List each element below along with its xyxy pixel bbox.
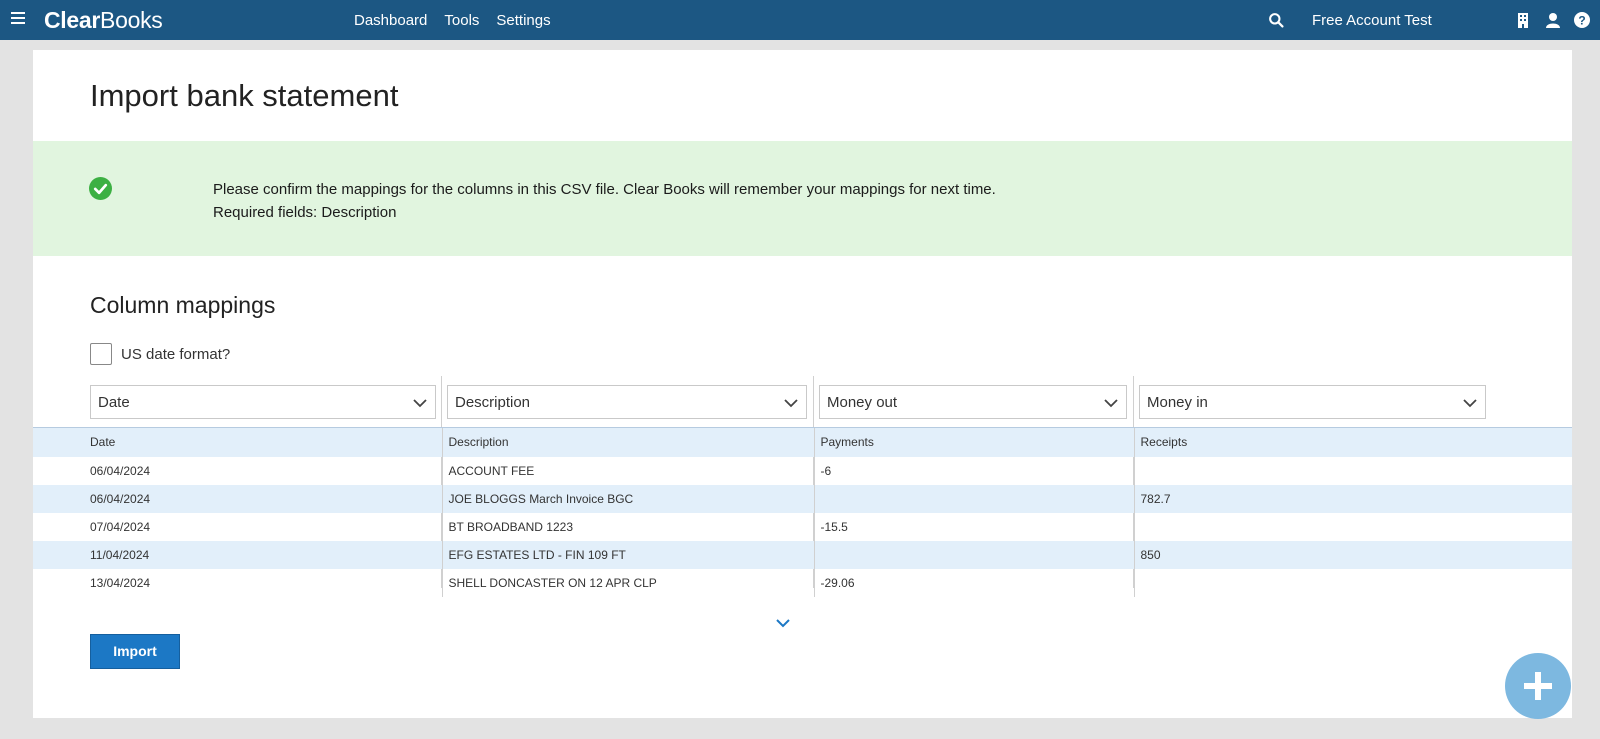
column-header: Receipts	[1133, 427, 1572, 457]
page-title: Import bank statement	[90, 78, 399, 113]
nav-dashboard[interactable]: Dashboard	[354, 12, 427, 29]
alert-line-1: Please confirm the mappings for the colu…	[213, 181, 996, 198]
svg-text:?: ?	[1578, 14, 1585, 28]
building-icon[interactable]	[1514, 11, 1532, 29]
cell-receipts	[1133, 456, 1572, 485]
cell-payments: -15.5	[813, 512, 1134, 541]
select-value: Date	[98, 394, 130, 411]
table-row: 13/04/2024 SHELL DONCASTER ON 12 APR CLP…	[33, 568, 1572, 597]
user-icon[interactable]	[1544, 11, 1562, 29]
chevron-down-icon	[784, 399, 798, 408]
cell-receipts	[1133, 568, 1572, 597]
import-card: Import bank statement Please confirm the…	[33, 50, 1572, 718]
nav-settings[interactable]: Settings	[496, 12, 550, 29]
cell-date: 13/04/2024	[90, 575, 151, 590]
cell-payments: -6	[813, 456, 1134, 485]
cell-description: ACCOUNT FEE	[441, 456, 814, 485]
column-mapping-selects: Date Description Money out Money in	[33, 376, 1572, 588]
search-icon[interactable]	[1268, 12, 1285, 29]
table-header-row: Date Description Payments Receipts	[33, 427, 1572, 457]
cell-description: EFG ESTATES LTD - FIN 109 FT	[441, 540, 814, 569]
cell-payments: -29.06	[813, 568, 1134, 597]
table-row: 11/04/2024 EFG ESTATES LTD - FIN 109 FT …	[33, 540, 1572, 569]
cell-description: SHELL DONCASTER ON 12 APR CLP	[441, 568, 814, 597]
cell-date: 06/04/2024	[33, 484, 442, 513]
chevron-down-icon	[1463, 399, 1477, 408]
import-button[interactable]: Import	[90, 634, 180, 669]
info-alert: Please confirm the mappings for the colu…	[33, 141, 1572, 256]
cell-receipts: 850	[1133, 540, 1572, 569]
mapping-select-money-in[interactable]: Money in	[1139, 385, 1486, 419]
main-nav: Dashboard Tools Settings	[354, 12, 551, 29]
column-header: Date	[33, 427, 442, 457]
alert-message: Please confirm the mappings for the colu…	[213, 178, 996, 224]
check-circle-icon	[89, 177, 112, 200]
plus-icon	[1524, 672, 1552, 700]
cell-receipts: 782.7	[1133, 484, 1572, 513]
cell-payments	[813, 540, 1134, 569]
table-row: 07/04/2024 BT BROADBAND 1223 -15.5	[33, 512, 1572, 541]
mapping-select-description[interactable]: Description	[447, 385, 807, 419]
us-date-checkbox[interactable]	[90, 343, 112, 365]
cell-description: JOE BLOGGS March Invoice BGC	[441, 484, 814, 513]
chevron-down-icon	[1104, 399, 1118, 408]
cell-date: 06/04/2024	[90, 463, 151, 478]
select-value: Money in	[1147, 394, 1208, 411]
select-value: Money out	[827, 394, 898, 411]
alert-line-2: Required fields: Description	[213, 204, 397, 221]
nav-tools[interactable]: Tools	[444, 12, 479, 29]
column-header: Description	[441, 427, 814, 457]
us-date-format-toggle[interactable]: US date format?	[90, 343, 230, 365]
csv-preview-table: Date Description Payments Receipts 06/04…	[33, 427, 1572, 597]
mapping-select-date[interactable]: Date	[90, 385, 436, 419]
clearbooks-logo[interactable]: ClearBooks	[44, 7, 163, 34]
help-icon[interactable]: ?	[1573, 11, 1591, 29]
add-fab-button[interactable]	[1505, 653, 1571, 719]
top-navigation-bar: ClearBooks Dashboard Tools Settings Free…	[0, 0, 1600, 40]
chevron-down-icon	[413, 399, 427, 408]
cell-receipts	[1133, 512, 1572, 541]
table-row: 06/04/2024 ACCOUNT FEE -6	[33, 456, 1572, 485]
cell-date: 07/04/2024	[90, 519, 151, 534]
column-header: Payments	[813, 427, 1134, 457]
table-row: 06/04/2024 JOE BLOGGS March Invoice BGC …	[33, 484, 1572, 513]
cell-date: 11/04/2024	[33, 540, 442, 569]
mapping-select-money-out[interactable]: Money out	[819, 385, 1127, 419]
account-switcher[interactable]: Free Account Test	[1312, 12, 1432, 29]
us-date-label: US date format?	[121, 345, 231, 363]
cell-payments	[813, 484, 1134, 513]
expand-chevron-icon[interactable]	[775, 617, 791, 629]
menu-icon[interactable]	[11, 12, 25, 26]
cell-description: BT BROADBAND 1223	[441, 512, 814, 541]
section-title: Column mappings	[90, 292, 276, 318]
select-value: Description	[455, 394, 531, 411]
